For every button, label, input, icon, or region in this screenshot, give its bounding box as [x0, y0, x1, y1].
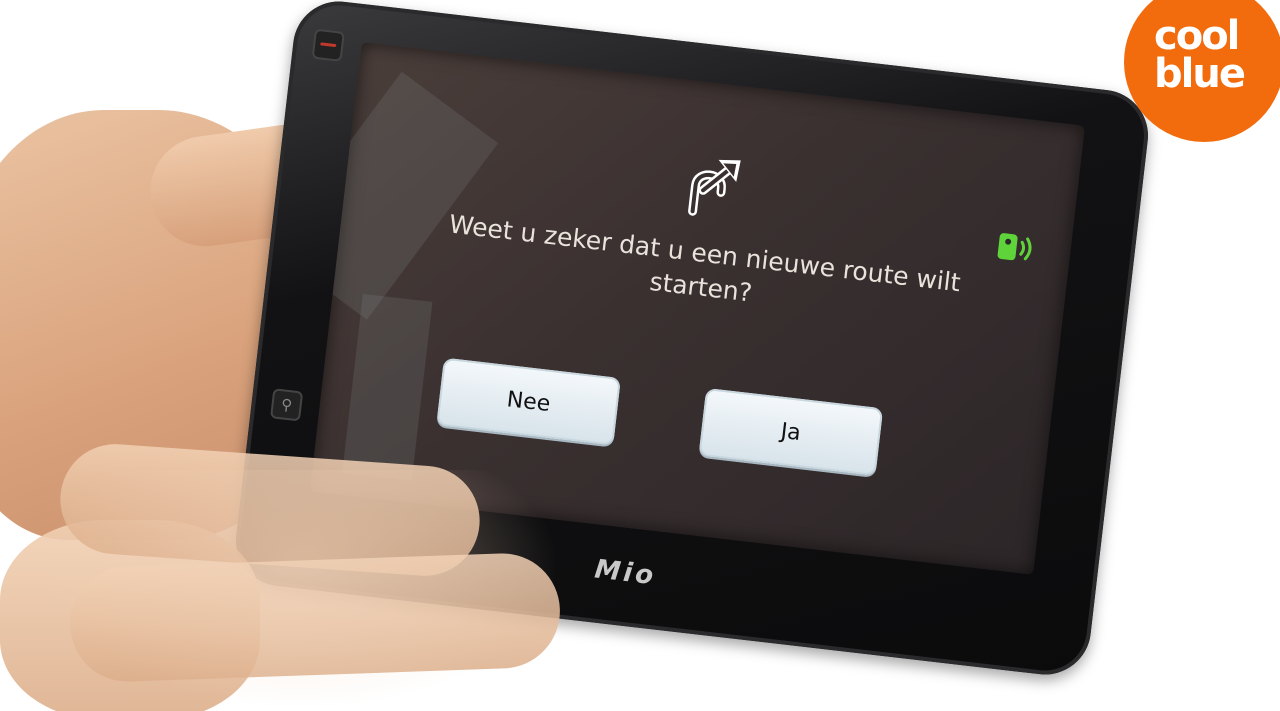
finger: [68, 551, 562, 684]
map-background: [342, 293, 433, 481]
brand-logo: cool blue: [1124, 0, 1280, 142]
dialog-question: Weet u zeker dat u een nieuwe route wilt…: [447, 209, 963, 308]
power-button[interactable]: [311, 28, 345, 62]
maker-logo: Mio: [593, 554, 658, 592]
scene: ⚲ Weet u zeker dat u een nieuwe route wi…: [0, 0, 1280, 711]
yes-button[interactable]: Ja: [698, 387, 884, 476]
route-detour-icon: [688, 159, 741, 216]
gps-signal-icon: [997, 233, 1032, 261]
brand-logo-line: cool: [1154, 13, 1240, 59]
map-background: [309, 71, 499, 320]
pin-button[interactable]: ⚲: [270, 388, 304, 422]
brand-logo-line: blue: [1154, 51, 1246, 97]
no-button[interactable]: Nee: [436, 357, 621, 446]
